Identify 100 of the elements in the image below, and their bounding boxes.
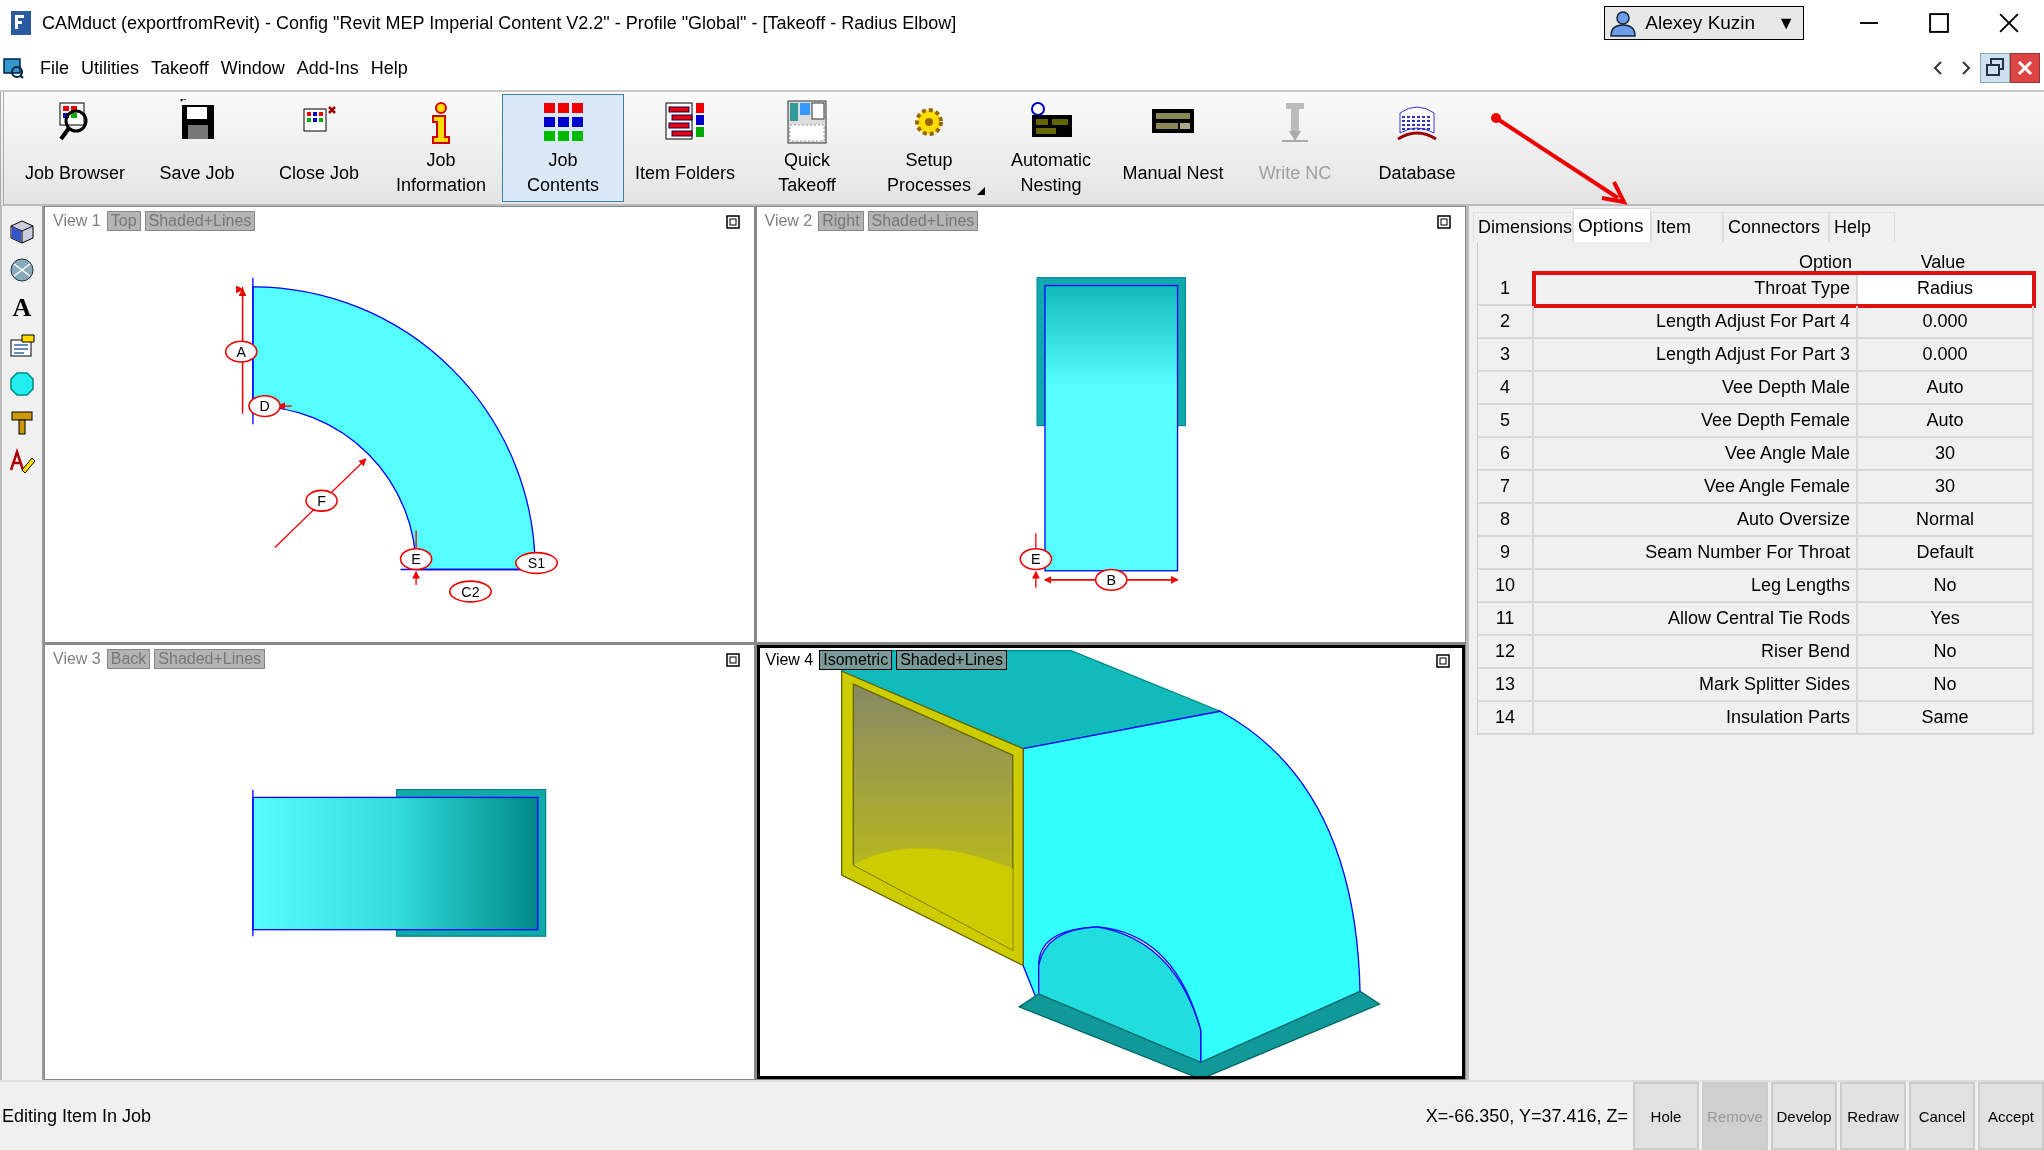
option-value[interactable]: Yes <box>1858 603 2034 634</box>
option-name: Vee Angle Male <box>1534 438 1858 469</box>
option-name: Mark Splitter Sides <box>1534 669 1858 700</box>
option-name: Riser Bend <box>1534 636 1858 667</box>
option-value[interactable]: 30 <box>1858 438 2034 469</box>
row-number: 1 <box>1478 273 1534 304</box>
column-header: Option <box>1797 252 1853 273</box>
menu-item[interactable]: Window <box>214 57 291 79</box>
view-label: View 2 <box>763 212 814 230</box>
column-header: Value <box>1919 252 1967 273</box>
option-value[interactable]: 30 <box>1858 471 2034 502</box>
status-button[interactable]: Cancel <box>1909 1082 1975 1150</box>
option-name: Allow Central Tie Rods <box>1534 603 1858 634</box>
option-name: Length Adjust For Part 3 <box>1534 339 1858 370</box>
view-label: View 1 <box>52 212 102 230</box>
dimension-label: B <box>1094 568 1128 591</box>
row-number: 11 <box>1478 603 1534 634</box>
restore-icon[interactable] <box>1980 53 2010 83</box>
close-icon[interactable] <box>2010 53 2040 83</box>
status-button[interactable]: Hole <box>1633 1082 1699 1150</box>
option-name: Vee Depth Male <box>1534 372 1858 403</box>
window-title: CAMduct (exportfromRevit) - Config "Revit MEP Imperial Content V2.2" - Profile "Global" - [Takeoff - Radius Elbow] <box>42 12 958 34</box>
octagon-icon[interactable] <box>8 370 36 398</box>
view-label: View 4 <box>764 650 815 669</box>
option-value[interactable]: Same <box>1858 702 2034 733</box>
tab[interactable]: Item <box>1651 212 1723 242</box>
toolbar-button[interactable]: Job Contents <box>502 94 624 202</box>
text-tool[interactable]: A <box>12 294 32 322</box>
dimension-label: S1 <box>515 551 558 575</box>
app-logo-icon <box>2 57 24 79</box>
toolbar-button[interactable]: Database <box>1356 94 1478 202</box>
viewport[interactable]: E B View 2 Right Shaded+Lines <box>756 207 1465 642</box>
user-name: Alexey Kuzin <box>1645 12 1756 34</box>
dimension-label: E <box>1019 547 1052 571</box>
toolbar-button[interactable]: Close Job <box>258 94 380 202</box>
option-value[interactable]: No <box>1858 669 2034 700</box>
status-button[interactable]: Develop <box>1771 1082 1837 1150</box>
toolbar-button[interactable]: Automatic Nesting <box>990 94 1112 202</box>
dimension-label: E <box>399 547 433 571</box>
menu-item[interactable]: Takeoff <box>145 57 215 79</box>
row-number: 3 <box>1478 339 1534 370</box>
row-number: 6 <box>1478 438 1534 469</box>
option-value[interactable]: Default <box>1858 537 2034 568</box>
screen-grid-icon <box>784 99 830 145</box>
menu-item[interactable]: Add-Ins <box>290 57 365 79</box>
option-value[interactable]: 0.000 <box>1858 339 2034 370</box>
option-name: Vee Angle Female <box>1534 471 1858 502</box>
coordinates-readout: X=-66.350, Y=37.416, Z= <box>1425 1104 1629 1128</box>
maximize-icon[interactable] <box>1437 215 1451 229</box>
option-value[interactable]: 0.000 <box>1858 306 2034 337</box>
view-label: View 3 <box>52 649 102 668</box>
toolbar-button[interactable]: Save Job <box>136 94 258 202</box>
user-icon <box>1609 9 1638 37</box>
menu-item[interactable]: Help <box>364 57 414 79</box>
option-name: Length Adjust For Part 4 <box>1534 306 1858 337</box>
option-value[interactable]: Auto <box>1858 372 2034 403</box>
status-button[interactable]: Redraw <box>1840 1082 1906 1150</box>
tab[interactable]: Connectors <box>1723 212 1829 242</box>
menu-item[interactable]: Utilities <box>75 57 146 79</box>
viewport[interactable]: View 4 Isometric Shaded+Lines <box>756 644 1465 1079</box>
dimension-label: A <box>224 340 258 363</box>
cube-icon[interactable] <box>8 218 36 246</box>
row-number: 13 <box>1478 669 1534 700</box>
tab[interactable]: Dimensions <box>1473 212 1573 242</box>
option-value[interactable]: Radius <box>1858 273 2034 304</box>
user-dropdown[interactable]: Alexey Kuzin ▼ <box>1604 6 1804 40</box>
caret-icon: ▼ <box>1777 12 1795 34</box>
option-value[interactable]: Normal <box>1858 504 2034 535</box>
projection-button[interactable]: Isometric <box>819 649 893 670</box>
maximize-icon[interactable] <box>725 652 740 667</box>
toolbar-button[interactable]: Item Folders <box>624 94 746 202</box>
sphere-icon[interactable] <box>8 256 36 284</box>
toolbar-button[interactable]: Manual Nest <box>1112 94 1234 202</box>
tab[interactable]: Help <box>1829 212 1895 242</box>
app-icon <box>10 10 34 36</box>
toolbar-button[interactable]: Setup Processes <box>868 94 990 202</box>
maximize-icon[interactable] <box>725 215 740 229</box>
option-value[interactable]: No <box>1858 636 2034 667</box>
row-number: 7 <box>1478 471 1534 502</box>
dropdown-triangle-icon <box>977 187 985 195</box>
row-number: 9 <box>1478 537 1534 568</box>
row-number: 4 <box>1478 372 1534 403</box>
viewport[interactable]: A D F E S1 C2 View 1 Top Shaded+Lines <box>45 207 754 642</box>
option-value[interactable]: Auto <box>1858 405 2034 436</box>
status-button[interactable]: Accept <box>1978 1082 2044 1150</box>
option-value[interactable]: No <box>1858 570 2034 601</box>
row-number: 2 <box>1478 306 1534 337</box>
form-icon[interactable] <box>8 332 36 360</box>
display-mode-button[interactable]: Shaded+Lines <box>896 649 1007 670</box>
toolbar-button[interactable]: Quick Takeoff <box>746 94 868 202</box>
dimension-label: F <box>305 489 338 512</box>
viewport[interactable]: View 3 Back Shaded+Lines <box>45 644 754 1079</box>
toolbar-button[interactable]: Job Information <box>380 94 502 202</box>
row-number: 8 <box>1478 504 1534 535</box>
tab[interactable]: Options <box>1573 208 1651 242</box>
menu-item[interactable]: File <box>34 57 75 79</box>
toolbar-button[interactable]: Job Browser <box>14 94 136 202</box>
option-name: Leg Lengths <box>1534 570 1858 601</box>
maximize-icon[interactable] <box>1436 653 1450 668</box>
status-text: Editing Item In Job <box>1 1104 153 1128</box>
